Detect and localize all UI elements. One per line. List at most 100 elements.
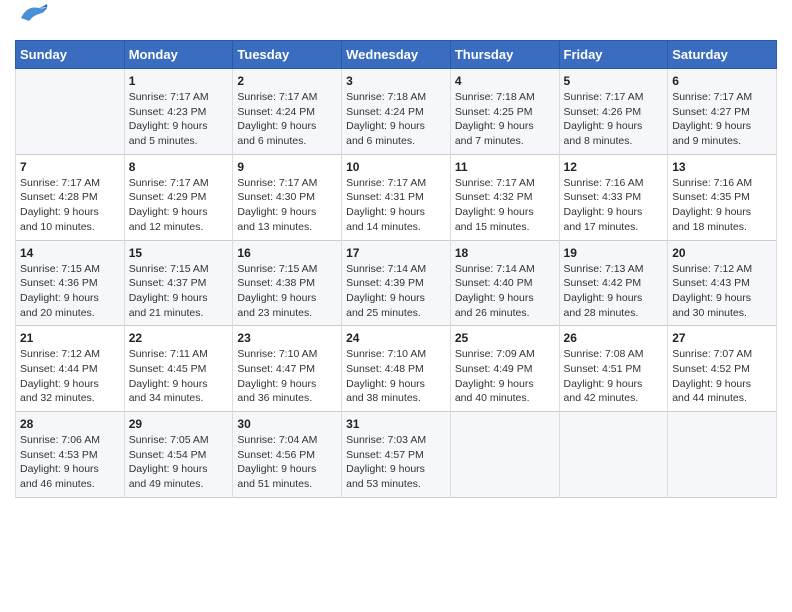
day-number: 20 (672, 246, 772, 260)
day-number: 23 (237, 331, 337, 345)
day-info: Sunrise: 7:17 AM Sunset: 4:24 PM Dayligh… (237, 90, 337, 149)
calendar-cell: 3 Sunrise: 7:18 AM Sunset: 4:24 PM Daylig… (342, 69, 451, 155)
calendar-cell: 18 Sunrise: 7:14 AM Sunset: 4:40 PM Dayli… (450, 240, 559, 326)
calendar-cell (668, 412, 777, 498)
day-info: Sunrise: 7:15 AM Sunset: 4:36 PM Dayligh… (20, 262, 120, 321)
weekday-header-sunday: Sunday (16, 41, 125, 69)
weekday-header-friday: Friday (559, 41, 668, 69)
day-info: Sunrise: 7:18 AM Sunset: 4:25 PM Dayligh… (455, 90, 555, 149)
day-number: 11 (455, 160, 555, 174)
calendar-cell: 24 Sunrise: 7:10 AM Sunset: 4:48 PM Dayli… (342, 326, 451, 412)
calendar-cell (450, 412, 559, 498)
calendar-cell: 5Sunrise: 7:17 AM Sunset: 4:26 PM Daylig… (559, 69, 668, 155)
day-number: 27 (672, 331, 772, 345)
day-number: 7 (20, 160, 120, 174)
day-info: Sunrise: 7:13 AM Sunset: 4:42 PM Dayligh… (564, 262, 664, 321)
calendar-week-row: 28Sunrise: 7:06 AM Sunset: 4:53 PM Dayli… (16, 412, 777, 498)
calendar-cell: 11 Sunrise: 7:17 AM Sunset: 4:32 PM Dayli… (450, 154, 559, 240)
day-number: 16 (237, 246, 337, 260)
day-info: Sunrise: 7:09 AM Sunset: 4:49 PM Dayligh… (455, 347, 555, 406)
calendar-cell: 12 Sunrise: 7:16 AM Sunset: 4:33 PM Dayli… (559, 154, 668, 240)
weekday-header-saturday: Saturday (668, 41, 777, 69)
calendar-cell: 17 Sunrise: 7:14 AM Sunset: 4:39 PM Dayli… (342, 240, 451, 326)
day-number: 12 (564, 160, 664, 174)
calendar-cell: 7 Sunrise: 7:17 AM Sunset: 4:28 PM Daylig… (16, 154, 125, 240)
calendar-header: SundayMondayTuesdayWednesdayThursdayFrid… (16, 41, 777, 69)
calendar-cell: 1Sunrise: 7:17 AM Sunset: 4:23 PM Daylig… (124, 69, 233, 155)
day-info: Sunrise: 7:05 AM Sunset: 4:54 PM Dayligh… (129, 433, 229, 492)
day-number: 31 (346, 417, 446, 431)
weekday-header-row: SundayMondayTuesdayWednesdayThursdayFrid… (16, 41, 777, 69)
day-number: 19 (564, 246, 664, 260)
day-number: 30 (237, 417, 337, 431)
day-number: 29 (129, 417, 229, 431)
day-number: 2 (237, 74, 337, 88)
page-header (15, 10, 777, 32)
calendar-cell: 26 Sunrise: 7:08 AM Sunset: 4:51 PM Dayli… (559, 326, 668, 412)
day-info: Sunrise: 7:14 AM Sunset: 4:40 PM Dayligh… (455, 262, 555, 321)
weekday-header-wednesday: Wednesday (342, 41, 451, 69)
calendar-cell: 30 Sunrise: 7:04 AM Sunset: 4:56 PM Dayli… (233, 412, 342, 498)
logo (15, 10, 49, 32)
calendar-table: SundayMondayTuesdayWednesdayThursdayFrid… (15, 40, 777, 498)
day-number: 24 (346, 331, 446, 345)
calendar-cell: 28Sunrise: 7:06 AM Sunset: 4:53 PM Dayli… (16, 412, 125, 498)
day-info: Sunrise: 7:17 AM Sunset: 4:28 PM Dayligh… (20, 176, 120, 235)
calendar-body: 1Sunrise: 7:17 AM Sunset: 4:23 PM Daylig… (16, 69, 777, 498)
calendar-cell: 22 Sunrise: 7:11 AM Sunset: 4:45 PM Dayli… (124, 326, 233, 412)
day-info: Sunrise: 7:16 AM Sunset: 4:33 PM Dayligh… (564, 176, 664, 235)
calendar-week-row: 7 Sunrise: 7:17 AM Sunset: 4:28 PM Daylig… (16, 154, 777, 240)
weekday-header-monday: Monday (124, 41, 233, 69)
day-number: 18 (455, 246, 555, 260)
day-info: Sunrise: 7:17 AM Sunset: 4:31 PM Dayligh… (346, 176, 446, 235)
day-info: Sunrise: 7:14 AM Sunset: 4:39 PM Dayligh… (346, 262, 446, 321)
weekday-header-thursday: Thursday (450, 41, 559, 69)
day-number: 22 (129, 331, 229, 345)
day-info: Sunrise: 7:07 AM Sunset: 4:52 PM Dayligh… (672, 347, 772, 406)
day-info: Sunrise: 7:17 AM Sunset: 4:30 PM Dayligh… (237, 176, 337, 235)
calendar-cell: 27 Sunrise: 7:07 AM Sunset: 4:52 PM Dayli… (668, 326, 777, 412)
calendar-cell: 13 Sunrise: 7:16 AM Sunset: 4:35 PM Dayli… (668, 154, 777, 240)
calendar-cell: 15Sunrise: 7:15 AM Sunset: 4:37 PM Dayli… (124, 240, 233, 326)
day-info: Sunrise: 7:17 AM Sunset: 4:26 PM Dayligh… (564, 90, 664, 149)
calendar-cell: 29 Sunrise: 7:05 AM Sunset: 4:54 PM Dayli… (124, 412, 233, 498)
calendar-cell: 2 Sunrise: 7:17 AM Sunset: 4:24 PM Daylig… (233, 69, 342, 155)
calendar-cell: 10 Sunrise: 7:17 AM Sunset: 4:31 PM Dayli… (342, 154, 451, 240)
day-number: 3 (346, 74, 446, 88)
calendar-cell: 20 Sunrise: 7:12 AM Sunset: 4:43 PM Dayli… (668, 240, 777, 326)
calendar-cell: 16 Sunrise: 7:15 AM Sunset: 4:38 PM Dayli… (233, 240, 342, 326)
day-number: 4 (455, 74, 555, 88)
day-number: 8 (129, 160, 229, 174)
calendar-cell: 23Sunrise: 7:10 AM Sunset: 4:47 PM Dayli… (233, 326, 342, 412)
day-info: Sunrise: 7:03 AM Sunset: 4:57 PM Dayligh… (346, 433, 446, 492)
calendar-week-row: 14 Sunrise: 7:15 AM Sunset: 4:36 PM Dayli… (16, 240, 777, 326)
day-number: 10 (346, 160, 446, 174)
day-info: Sunrise: 7:17 AM Sunset: 4:32 PM Dayligh… (455, 176, 555, 235)
calendar-cell: 19 Sunrise: 7:13 AM Sunset: 4:42 PM Dayli… (559, 240, 668, 326)
weekday-header-tuesday: Tuesday (233, 41, 342, 69)
day-number: 15 (129, 246, 229, 260)
day-info: Sunrise: 7:08 AM Sunset: 4:51 PM Dayligh… (564, 347, 664, 406)
day-info: Sunrise: 7:18 AM Sunset: 4:24 PM Dayligh… (346, 90, 446, 149)
logo-bird-icon (19, 3, 49, 25)
calendar-cell: 8 Sunrise: 7:17 AM Sunset: 4:29 PM Daylig… (124, 154, 233, 240)
day-info: Sunrise: 7:17 AM Sunset: 4:29 PM Dayligh… (129, 176, 229, 235)
day-info: Sunrise: 7:12 AM Sunset: 4:43 PM Dayligh… (672, 262, 772, 321)
day-info: Sunrise: 7:11 AM Sunset: 4:45 PM Dayligh… (129, 347, 229, 406)
calendar-cell: 4 Sunrise: 7:18 AM Sunset: 4:25 PM Daylig… (450, 69, 559, 155)
calendar-cell: 31 Sunrise: 7:03 AM Sunset: 4:57 PM Dayli… (342, 412, 451, 498)
day-info: Sunrise: 7:06 AM Sunset: 4:53 PM Dayligh… (20, 433, 120, 492)
day-number: 6 (672, 74, 772, 88)
day-number: 25 (455, 331, 555, 345)
day-number: 17 (346, 246, 446, 260)
day-number: 26 (564, 331, 664, 345)
day-number: 14 (20, 246, 120, 260)
calendar-week-row: 1Sunrise: 7:17 AM Sunset: 4:23 PM Daylig… (16, 69, 777, 155)
calendar-week-row: 21Sunrise: 7:12 AM Sunset: 4:44 PM Dayli… (16, 326, 777, 412)
day-info: Sunrise: 7:16 AM Sunset: 4:35 PM Dayligh… (672, 176, 772, 235)
day-info: Sunrise: 7:12 AM Sunset: 4:44 PM Dayligh… (20, 347, 120, 406)
day-info: Sunrise: 7:10 AM Sunset: 4:48 PM Dayligh… (346, 347, 446, 406)
day-info: Sunrise: 7:04 AM Sunset: 4:56 PM Dayligh… (237, 433, 337, 492)
day-info: Sunrise: 7:15 AM Sunset: 4:38 PM Dayligh… (237, 262, 337, 321)
day-number: 13 (672, 160, 772, 174)
